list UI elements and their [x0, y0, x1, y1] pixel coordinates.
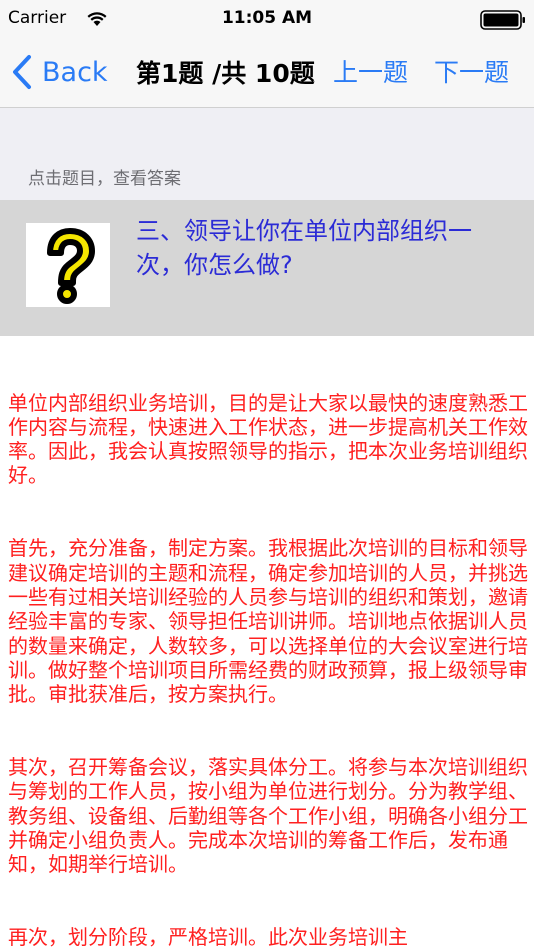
answer-text: 单位内部组织业务培训，目的是让大家以最快的速度熟悉工作内容与流程，快速进入工作状…: [8, 342, 528, 950]
back-button-label: Back: [42, 56, 108, 88]
next-question-button[interactable]: 下一题: [434, 53, 509, 89]
answer-paragraph: 再次，划分阶段，严格培训。此次业务培训主: [8, 925, 408, 950]
hint-label: 点击题目，查看答案: [28, 169, 181, 189]
answer-paragraph: 单位内部组织业务培训，目的是让大家以最快的速度熟悉工作内容与流程，快速进入工作状…: [8, 390, 528, 488]
chevron-left-icon: [13, 55, 31, 89]
answer-paragraph: 其次，召开筹备会议，落实具体分工。将参与本次培训组织与筹划的工作人员，按小组为单…: [8, 755, 528, 877]
question-mark-icon: [26, 223, 110, 307]
clock: 11:05 AM: [221, 8, 313, 28]
back-button[interactable]: Back: [10, 52, 108, 92]
navigation-bar: Back 第1题 /共 10题 上一题 下一题: [0, 38, 534, 108]
question-row[interactable]: 三、领导让你在单位内部组织一次，你怎么做?: [0, 200, 534, 336]
answer-paragraph: 首先，充分准备，制定方案。我根据此次培训的目标和领导建议确定培训的主题和流程，确…: [8, 536, 528, 707]
previous-question-button[interactable]: 上一题: [333, 53, 408, 89]
page-title: 第1题 /共 10题: [136, 59, 315, 88]
battery-icon: [480, 10, 526, 30]
status-bar: Carrier 11:05 AM: [0, 0, 534, 38]
question-text: 三、领导让你在单位内部组织一次，你怎么做?: [136, 217, 472, 279]
